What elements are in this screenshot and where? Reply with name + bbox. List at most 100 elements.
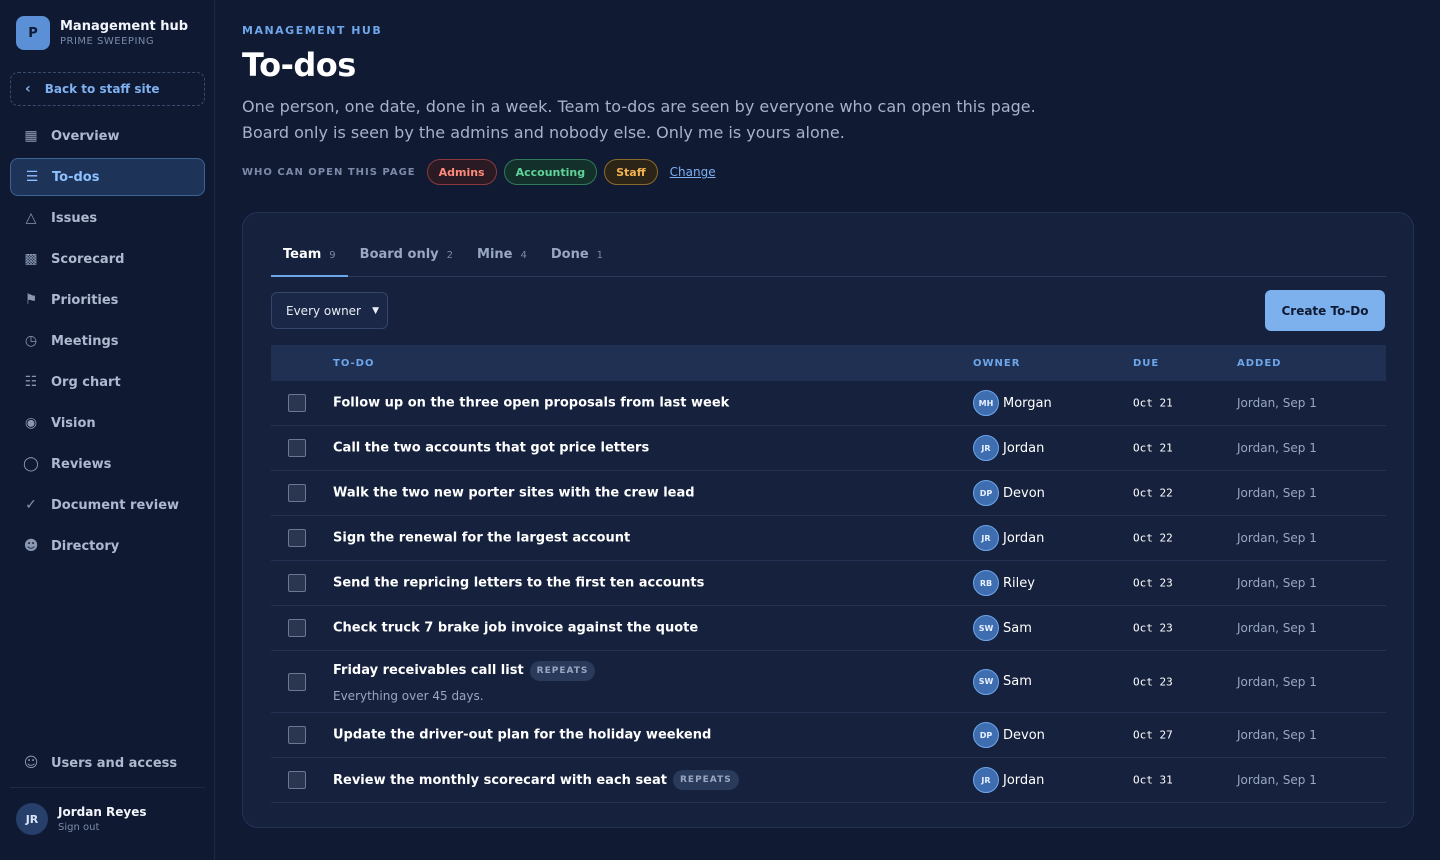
todo-checkbox[interactable] [288,529,306,547]
owner-filter-select[interactable]: Every owner ▼ [271,292,388,329]
tab-label: Done [550,247,589,262]
chevron-down-icon: ▼ [372,305,379,316]
eye-icon: ◉ [24,415,38,431]
added-by: Jordan, Sep 1 [1237,531,1317,545]
sidebar-item-label: Priorities [51,292,119,308]
table-row: Walk the two new porter sites with the c… [271,471,1386,516]
warning-icon: △ [25,210,37,226]
column-header-added[interactable]: ADDED [1237,358,1281,369]
avatar: DP [973,722,999,748]
access-row: WHO CAN OPEN THIS PAGE Admins Accounting… [242,159,716,185]
sidebar-item-vision[interactable]: ◉ Vision [10,404,205,442]
tab-team[interactable]: Team 9 [271,239,348,277]
due-date: Oct 23 [1133,675,1173,688]
tab-mine[interactable]: Mine 4 [465,239,539,277]
table-row: Review the monthly scorecard with each s… [271,758,1386,803]
back-to-staff-site-link[interactable]: ‹ Back to staff site [10,72,205,106]
todo-checkbox[interactable] [288,619,306,637]
avatar: JR [973,435,999,461]
tab-count: 1 [596,250,604,261]
table-row: Friday receivables call list REPEATS Eve… [271,651,1386,713]
repeats-badge: REPEATS [672,770,739,790]
table-row: Call the two accounts that got price let… [271,426,1386,471]
create-todo-button[interactable]: Create To-Do [1265,290,1385,331]
owner-name: Sam [1003,620,1032,636]
todo-checkbox[interactable] [288,672,306,691]
sidebar-item-label: Document review [51,497,180,513]
todo-title[interactable]: Sign the renewal for the largest account [333,531,630,546]
owner-name: Jordan [1003,530,1045,546]
current-user: JR Jordan Reyes Sign out [16,803,147,835]
todo-checkbox[interactable] [288,439,306,457]
avatar: JR [973,525,999,551]
todo-checkbox[interactable] [288,484,306,502]
owner-name: Sam [1003,674,1032,689]
owner-name: Devon [1003,485,1045,501]
todo-checkbox[interactable] [288,771,306,789]
sidebar-item-overview[interactable]: ▦ Overview [10,117,205,155]
table-row: Update the driver-out plan for the holid… [271,713,1386,758]
avatar: JR [16,803,48,835]
tab-count: 2 [446,250,454,261]
brand-title: Management hub [60,19,189,34]
sidebar: P Management hub PRIME SWEEPING ‹ Back t… [0,0,215,860]
todo-title[interactable]: Friday receivables call list [333,663,524,678]
owner-name: Devon [1003,727,1045,743]
description-line: Board only is seen by the admins and nob… [242,123,845,142]
column-header-due[interactable]: DUE [1133,358,1159,369]
todo-title[interactable]: Call the two accounts that got price let… [333,441,649,456]
sidebar-nav: ▦ Overview ☰ To-dos △ Issues ▩ Scorecard… [10,117,205,568]
sign-out-link[interactable]: Sign out [58,822,147,833]
sidebar-item-todos[interactable]: ☰ To-dos [10,158,205,196]
todo-title[interactable]: Send the repricing letters to the first … [333,576,704,591]
todo-title[interactable]: Follow up on the three open proposals fr… [333,396,729,411]
sidebar-item-org-chart[interactable]: ☷ Org chart [10,363,205,401]
tab-label: Mine [477,247,513,262]
added-by: Jordan, Sep 1 [1237,728,1317,742]
todo-checkbox[interactable] [288,394,306,412]
brand-logo: P [16,16,50,50]
page-eyebrow: MANAGEMENT HUB [242,24,383,37]
avatar: DP [973,480,999,506]
brand[interactable]: P Management hub PRIME SWEEPING [16,16,188,50]
access-pill-admins: Admins [426,159,497,185]
sidebar-item-meetings[interactable]: ◷ Meetings [10,322,205,360]
users-access-label: Users and access [51,755,178,771]
avatar: JR [973,767,999,793]
sidebar-item-label: Scorecard [51,251,125,267]
sidebar-item-reviews[interactable]: ◯ Reviews [10,445,205,483]
todo-title[interactable]: Check truck 7 brake job invoice against … [333,621,698,636]
tab-done[interactable]: Done 1 [539,239,615,277]
sidebar-item-label: Vision [51,415,96,431]
todo-title[interactable]: Review the monthly scorecard with each s… [333,773,667,788]
tab-label: Board only [359,247,439,262]
table-row: Check truck 7 brake job invoice against … [271,606,1386,651]
todo-title[interactable]: Update the driver-out plan for the holid… [333,728,711,743]
todo-note: Everything over 45 days. [333,688,484,703]
tab-board-only[interactable]: Board only 2 [348,239,465,277]
column-header-owner[interactable]: OWNER [973,358,1020,369]
sidebar-item-issues[interactable]: △ Issues [10,199,205,237]
sidebar-item-document-review[interactable]: ✓ Document review [10,486,205,524]
sidebar-item-directory[interactable]: ☻ Directory [10,527,205,565]
column-header-todo[interactable]: TO-DO [333,358,374,369]
todo-checkbox[interactable] [288,574,306,592]
brand-subtitle: PRIME SWEEPING [60,36,155,47]
change-access-link[interactable]: Change [670,165,716,179]
todo-checkbox[interactable] [288,726,306,744]
access-pill-staff: Staff [604,159,658,185]
owner-name: Morgan [1003,395,1052,411]
table-row: Follow up on the three open proposals fr… [271,381,1386,426]
users-and-access-link[interactable]: ☺ Users and access [22,755,177,771]
chevron-left-icon: ‹ [25,81,31,97]
divider [10,787,205,788]
owner-name: Jordan [1003,772,1045,788]
sidebar-item-scorecard[interactable]: ▩ Scorecard [10,240,205,278]
org-chart-icon: ☷ [24,374,38,390]
add-user-icon: ☺ [23,755,39,771]
sidebar-item-priorities[interactable]: ⚑ Priorities [10,281,205,319]
todo-title[interactable]: Walk the two new porter sites with the c… [333,486,695,501]
due-date: Oct 27 [1133,728,1173,742]
back-link-label: Back to staff site [44,82,160,96]
avatar: SW [973,668,999,695]
